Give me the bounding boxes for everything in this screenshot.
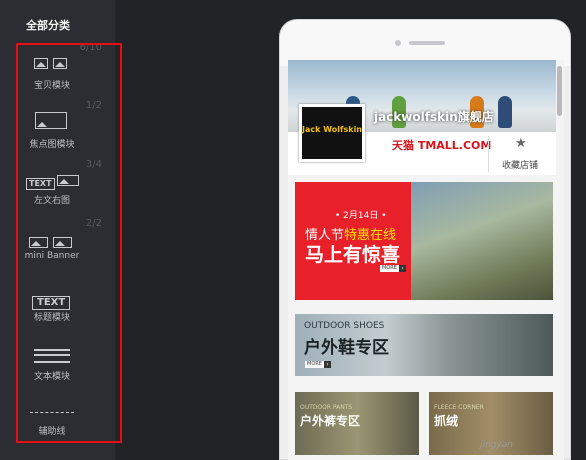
tmall-logo: 天猫 TMALL.COM <box>392 139 492 152</box>
banner-photo <box>411 182 553 300</box>
banner-date: • 2月14日 • <box>335 211 387 221</box>
watermark: jingyan <box>480 440 513 450</box>
more-tag[interactable]: MORE <box>305 361 324 368</box>
shop-logo[interactable]: Jack Wolfskin <box>299 104 365 162</box>
phone-preview: Jack Wolfskin jackwolfskin旗舰店 天猫 TMALL.C… <box>279 19 571 460</box>
camera-icon <box>395 40 401 46</box>
speaker-icon <box>409 41 445 45</box>
banner-line2: 户外裤专区 <box>300 414 361 428</box>
banner-line2: 抓绒 <box>434 414 459 428</box>
sidebar-title: 全部分类 <box>26 19 70 32</box>
pants-banner[interactable]: OUTDOOR PANTS 户外裤专区 <box>295 392 419 455</box>
banner-line1: FLEECE CORNER <box>434 404 484 411</box>
scrollbar[interactable] <box>557 66 562 116</box>
highlight-frame <box>16 43 122 443</box>
favorite-shop-label[interactable]: 收藏店铺 <box>502 158 538 171</box>
banner-line1: OUTDOOR PANTS <box>300 404 353 411</box>
more-tag[interactable]: MORE <box>380 265 399 272</box>
editor-page: 全部分类 6/10 宝贝模块 1/2 焦点图模块 3/4 TEXT 左文右图 2… <box>0 0 586 460</box>
star-icon[interactable]: ★ <box>515 136 527 151</box>
arrow-right-icon: › <box>324 361 331 368</box>
shop-header[interactable]: Jack Wolfskin jackwolfskin旗舰店 天猫 TMALL.C… <box>288 60 556 175</box>
valentine-banner[interactable]: • 2月14日 • 情人节特惠在线 马上有惊喜 MORE › <box>295 182 553 300</box>
shoes-banner[interactable]: OUTDOOR SHOES 户外鞋专区 MORE › <box>295 314 553 376</box>
banner-line1: OUTDOOR SHOES <box>304 321 385 331</box>
banner-line2: 户外鞋专区 <box>304 338 389 358</box>
shop-name: jackwolfskin旗舰店 <box>374 110 494 124</box>
header-divider <box>488 136 489 172</box>
arrow-right-icon: › <box>399 265 406 272</box>
banner-line2: 马上有惊喜 <box>305 244 401 266</box>
phone-screen[interactable]: Jack Wolfskin jackwolfskin旗舰店 天猫 TMALL.C… <box>288 60 564 460</box>
